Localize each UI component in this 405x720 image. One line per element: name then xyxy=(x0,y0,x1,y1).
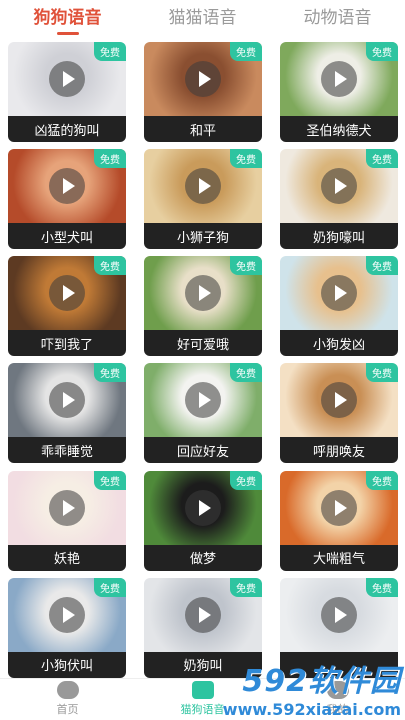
sound-card[interactable]: 免费小狮子狗 xyxy=(144,149,262,250)
sound-title: 凶猛的狗叫 xyxy=(8,116,126,142)
play-icon[interactable] xyxy=(49,489,85,526)
play-icon[interactable] xyxy=(185,61,221,97)
nav-label: 我的 xyxy=(326,703,349,716)
play-icon[interactable] xyxy=(49,168,85,205)
chat-bubble-icon xyxy=(56,681,79,699)
sound-title: 回应好友 xyxy=(144,437,262,464)
sound-title: 好可爱哦 xyxy=(144,330,262,357)
free-badge: 免费 xyxy=(230,363,262,383)
free-badge: 免费 xyxy=(230,149,262,169)
play-icon[interactable] xyxy=(321,168,357,205)
tab-label: 狗狗语音 xyxy=(33,8,102,28)
user-icon xyxy=(326,681,349,699)
sound-title: 大喘粗气 xyxy=(280,544,398,571)
sound-title: 和平 xyxy=(144,116,262,142)
free-badge: 免费 xyxy=(366,42,398,61)
play-icon[interactable] xyxy=(321,61,357,97)
free-badge: 免费 xyxy=(366,577,398,597)
free-badge: 免费 xyxy=(230,470,262,490)
sound-card[interactable]: 免费做梦 xyxy=(144,470,262,571)
play-icon[interactable] xyxy=(321,489,357,526)
top-tab-bar: 狗狗语音 猫猫语音 动物语音 xyxy=(0,0,405,38)
sound-card[interactable]: 免费呼朋唤友 xyxy=(280,363,398,464)
sound-card[interactable]: 免费大喘粗气 xyxy=(280,470,398,571)
free-badge: 免费 xyxy=(366,363,398,383)
sound-card[interactable]: 免费圣伯纳德犬 xyxy=(280,42,398,142)
sound-title: 奶狗叫 xyxy=(144,651,262,678)
tab-label: 猫猫语音 xyxy=(168,8,237,28)
sound-card[interactable]: 免费好可爱哦 xyxy=(144,256,262,357)
sound-title: 乖乖睡觉 xyxy=(8,437,126,464)
tab-dog-voice[interactable]: 狗狗语音 xyxy=(0,0,135,38)
play-icon[interactable] xyxy=(185,168,221,205)
free-badge: 免费 xyxy=(94,470,126,490)
sound-title: 吓到我了 xyxy=(8,330,126,357)
nav-label: 首页 xyxy=(56,703,79,716)
free-badge: 免费 xyxy=(94,577,126,597)
sound-card[interactable]: 免费回应好友 xyxy=(144,363,262,464)
nav-label: 猫狗语音 xyxy=(180,703,225,716)
paw-icon xyxy=(191,681,214,699)
free-badge: 免费 xyxy=(230,577,262,597)
nav-mine[interactable]: 我的 xyxy=(270,679,405,720)
free-badge: 免费 xyxy=(366,470,398,490)
tab-label: 动物语音 xyxy=(303,8,372,28)
sound-card[interactable]: 免费奶狗叫 xyxy=(144,577,262,678)
sound-card[interactable]: 免费 xyxy=(280,577,398,678)
sound-title: 小狮子狗 xyxy=(144,223,262,250)
free-badge: 免费 xyxy=(94,363,126,383)
sound-title: 小型犬叫 xyxy=(8,223,126,250)
play-icon[interactable] xyxy=(185,596,221,633)
tab-animal-voice[interactable]: 动物语音 xyxy=(270,0,405,38)
sound-card[interactable]: 免费奶狗嚎叫 xyxy=(280,149,398,250)
free-badge: 免费 xyxy=(230,256,262,276)
sound-card[interactable]: 免费乖乖睡觉 xyxy=(8,363,126,464)
play-icon[interactable] xyxy=(49,596,85,633)
tab-underline xyxy=(192,32,214,35)
free-badge: 免费 xyxy=(94,256,126,276)
sound-card[interactable]: 免费和平 xyxy=(144,42,262,142)
free-badge: 免费 xyxy=(366,256,398,276)
free-badge: 免费 xyxy=(94,42,126,61)
free-badge: 免费 xyxy=(94,149,126,169)
tab-underline xyxy=(56,32,79,35)
sound-title xyxy=(280,651,398,678)
bottom-nav: 首页 猫狗语音 我的 xyxy=(0,678,405,720)
free-badge: 免费 xyxy=(366,149,398,169)
sound-title: 做梦 xyxy=(144,544,262,571)
sound-card[interactable]: 免费小型犬叫 xyxy=(8,149,126,250)
sound-card[interactable]: 免费凶猛的狗叫 xyxy=(8,42,126,142)
sound-title: 呼朋唤友 xyxy=(280,437,398,464)
free-badge: 免费 xyxy=(230,42,262,61)
nav-home[interactable]: 首页 xyxy=(0,679,135,720)
tab-underline xyxy=(327,32,349,35)
sound-title: 妖艳 xyxy=(8,544,126,571)
play-icon[interactable] xyxy=(321,596,357,633)
sound-title: 奶狗嚎叫 xyxy=(280,223,398,250)
sound-title: 圣伯纳德犬 xyxy=(280,116,398,142)
sound-card[interactable]: 免费吓到我了 xyxy=(8,256,126,357)
sound-title: 小狗伏叫 xyxy=(8,651,126,678)
sound-card[interactable]: 免费妖艳 xyxy=(8,470,126,571)
sound-card[interactable]: 免费小狗发凶 xyxy=(280,256,398,357)
sound-card[interactable]: 免费小狗伏叫 xyxy=(8,577,126,678)
nav-pet-voice[interactable]: 猫狗语音 xyxy=(135,679,270,720)
play-icon[interactable] xyxy=(49,61,85,97)
play-icon[interactable] xyxy=(185,489,221,526)
sound-title: 小狗发凶 xyxy=(280,330,398,357)
sound-card-grid: 免费 凶猛的狗叫 免费 和平 免费 圣伯纳德犬 免费 小型犬叫 免费 小狮子狗 免费 奶狗嚎叫 免费 吓到… xyxy=(8,42,398,678)
tab-cat-voice[interactable]: 猫猫语音 xyxy=(135,0,270,38)
